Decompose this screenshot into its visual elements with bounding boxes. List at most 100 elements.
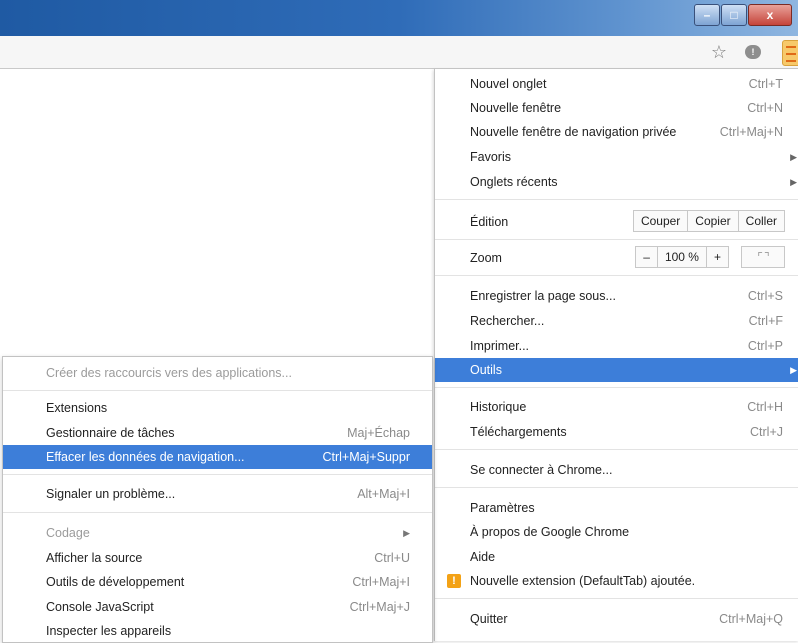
zoom-button-group: – 100 % + ⌜ ⌝ [635,246,785,268]
menu-separator [435,449,798,450]
cut-button[interactable]: Couper [632,210,689,232]
menu-item-incognito[interactable]: Nouvelle fenêtre de navigation privée Ct… [435,120,798,144]
close-button[interactable]: x [748,4,792,26]
warning-icon: ! [447,574,461,588]
menu-item-shortcut: Ctrl+J [750,425,783,439]
submenu-item-clear-data[interactable]: Effacer les données de navigation... Ctr… [3,445,432,469]
menu-item-new-window[interactable]: Nouvelle fenêtre Ctrl+N [435,96,798,120]
submenu-item-shortcut: Ctrl+Maj+I [352,575,410,589]
menu-item-about[interactable]: À propos de Google Chrome [435,520,798,544]
menu-item-label: Nouvel onglet [470,77,547,91]
menu-item-recent-tabs[interactable]: Onglets récents ▶ [435,170,798,194]
menu-separator [435,387,798,388]
menu-item-signin[interactable]: Se connecter à Chrome... [435,458,798,482]
menu-item-edit: Édition Couper Copier Coller [435,210,798,234]
menu-item-save-page[interactable]: Enregistrer la page sous... Ctrl+S [435,284,798,308]
submenu-item-label: Afficher la source [46,551,143,565]
menu-item-new-tab[interactable]: Nouvel onglet Ctrl+T [435,72,798,96]
submenu-item-shortcut: Ctrl+U [374,551,410,565]
menu-item-label: Nouvelle fenêtre [470,101,562,115]
submenu-item-inspect-devices[interactable]: Inspecter les appareils [3,619,432,643]
submenu-arrow-icon: ▶ [790,365,797,375]
extension-icon[interactable]: ! [742,41,764,63]
fullscreen-icon[interactable]: ⌜ ⌝ [741,246,785,268]
window-controls: – □ x [693,4,792,26]
menu-item-shortcut: Ctrl+H [747,400,783,414]
zoom-in-button[interactable]: + [705,246,729,268]
menu-separator [3,390,432,391]
submenu-item-label: Créer des raccourcis vers des applicatio… [46,366,292,380]
menu-item-label: Paramètres [470,501,535,515]
submenu-item-shortcut: Ctrl+Maj+J [349,600,410,614]
menu-item-settings[interactable]: Paramètres [435,496,798,520]
submenu-item-label: Codage [46,526,90,540]
menu-item-label: À propos de Google Chrome [470,525,630,539]
menu-item-label: Onglets récents [470,175,558,189]
menu-item-bookmarks[interactable]: Favoris ▶ [435,145,798,169]
submenu-item-label: Extensions [46,401,108,415]
menu-item-shortcut: Ctrl+S [747,289,783,303]
zoom-level-display: 100 % [656,246,707,268]
tools-submenu: Créer des raccourcis vers des applicatio… [2,356,433,643]
menu-item-shortcut: Ctrl+T [748,77,783,91]
maximize-button[interactable]: □ [721,4,747,26]
submenu-item-shortcut: Maj+Échap [347,426,410,440]
menu-item-quit[interactable]: Quitter Ctrl+Maj+Q [435,607,798,631]
submenu-item-label: Outils de développement [46,575,185,589]
submenu-item-view-source[interactable]: Afficher la source Ctrl+U [3,546,432,570]
submenu-item-label: Inspecter les appareils [46,624,172,638]
menu-item-find[interactable]: Rechercher... Ctrl+F [435,309,798,333]
submenu-item-report-issue[interactable]: Signaler un problème... Alt+Maj+I [3,482,432,506]
menu-item-shortcut: Ctrl+N [747,101,783,115]
menu-separator [435,199,798,200]
submenu-arrow-icon: ▶ [403,528,410,538]
menu-item-new-extension[interactable]: ! Nouvelle extension (DefaultTab) ajouté… [435,569,798,593]
menu-separator [435,239,798,240]
submenu-item-js-console[interactable]: Console JavaScript Ctrl+Maj+J [3,595,432,619]
hamburger-menu-icon[interactable] [782,40,798,66]
submenu-item-dev-tools[interactable]: Outils de développement Ctrl+Maj+I [3,570,432,594]
submenu-item-label: Gestionnaire de tâches [46,426,175,440]
menu-item-history[interactable]: Historique Ctrl+H [435,395,798,419]
edit-button-group: Couper Copier Coller [632,210,785,232]
menu-item-downloads[interactable]: Téléchargements Ctrl+J [435,420,798,444]
menu-item-label: Rechercher... [470,314,545,328]
menu-item-shortcut: Ctrl+Maj+N [719,125,783,139]
submenu-item-create-shortcuts[interactable]: Créer des raccourcis vers des applicatio… [3,361,432,385]
menu-item-label: Favoris [470,150,511,164]
menu-item-label: Téléchargements [470,425,567,439]
menu-item-print[interactable]: Imprimer... Ctrl+P [435,334,798,358]
menu-item-label: Se connecter à Chrome... [470,463,613,477]
window-title-bar: – □ x [0,0,798,36]
menu-item-label: Historique [470,400,527,414]
menu-item-label: Nouvelle extension (DefaultTab) ajoutée. [470,574,696,588]
browser-toolbar: ☆ ! [0,36,798,69]
menu-separator [3,474,432,475]
menu-item-shortcut: Ctrl+P [747,339,783,353]
submenu-arrow-icon: ▶ [790,177,797,187]
star-icon[interactable]: ☆ [708,41,730,63]
menu-item-label: Nouvelle fenêtre de navigation privée [470,125,677,139]
zoom-out-button[interactable]: – [635,246,658,268]
minimize-button[interactable]: – [694,4,720,26]
menu-item-help[interactable]: Aide [435,545,798,569]
submenu-arrow-icon: ▶ [790,152,797,162]
menu-item-shortcut: Ctrl+F [748,314,783,328]
menu-item-label: Aide [470,550,496,564]
menu-item-label: Outils [470,363,502,377]
submenu-item-label: Console JavaScript [46,600,154,614]
menu-item-tools[interactable]: Outils ▶ [435,358,798,382]
submenu-item-extensions[interactable]: Extensions [3,396,432,420]
paste-button[interactable]: Coller [737,210,785,232]
submenu-item-shortcut: Ctrl+Maj+Suppr [322,450,410,464]
submenu-item-shortcut: Alt+Maj+I [357,487,410,501]
menu-separator [435,487,798,488]
submenu-item-encoding[interactable]: Codage ▶ [3,521,432,545]
menu-item-zoom: Zoom – 100 % + ⌜ ⌝ [435,246,798,270]
copy-button[interactable]: Copier [687,210,739,232]
menu-item-label: Édition [470,215,509,229]
submenu-item-label: Effacer les données de navigation... [46,450,245,464]
menu-separator [3,512,432,513]
submenu-item-task-manager[interactable]: Gestionnaire de tâches Maj+Échap [3,421,432,445]
menu-separator [435,275,798,276]
